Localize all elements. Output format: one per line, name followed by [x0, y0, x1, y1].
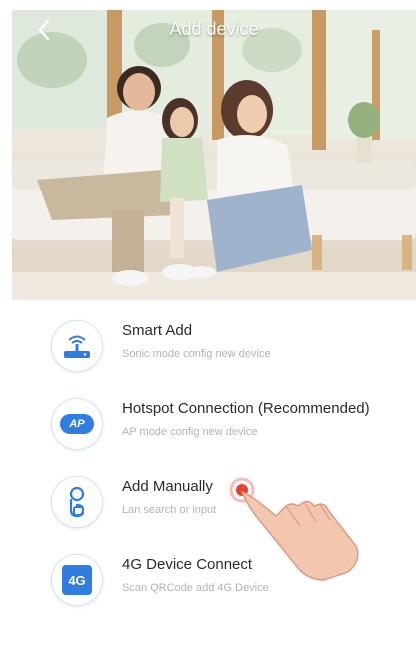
4g-icon: 4G: [62, 565, 92, 595]
title-bar: Add device: [12, 10, 416, 50]
option-smart-add[interactable]: Smart Add Sonic mode config new device: [0, 320, 416, 400]
tap-hand-icon: [229, 477, 359, 581]
smart-add-icon-circle: [51, 320, 103, 372]
option-subtitle: Lan search or input: [122, 504, 217, 516]
add-method-list: Smart Add Sonic mode config new device A…: [0, 300, 416, 647]
hotspot-icon-circle: AP: [51, 398, 103, 450]
option-subtitle: AP mode config new device: [122, 426, 258, 438]
add-manually-icon-circle: [51, 476, 103, 528]
wifi-router-icon: [64, 335, 90, 358]
family-photo-illustration: [12, 10, 416, 300]
4g-icon-circle: 4G: [51, 554, 103, 606]
option-title: Smart Add: [122, 322, 193, 339]
ap-icon: AP: [60, 414, 94, 434]
option-title: Hotspot Connection (Recommended): [122, 400, 370, 417]
ap-icon-label: AP: [69, 418, 85, 430]
option-subtitle: Sonic mode config new device: [122, 348, 271, 360]
option-title: Add Manually: [122, 478, 213, 495]
option-hotspot-connection[interactable]: AP Hotspot Connection (Recommended) AP m…: [0, 398, 416, 478]
page-title: Add device: [169, 19, 259, 39]
tap-hint: [228, 476, 368, 586]
4g-icon-label: 4G: [68, 572, 86, 588]
hero-image: [12, 10, 416, 300]
manual-add-icon: [69, 486, 85, 518]
